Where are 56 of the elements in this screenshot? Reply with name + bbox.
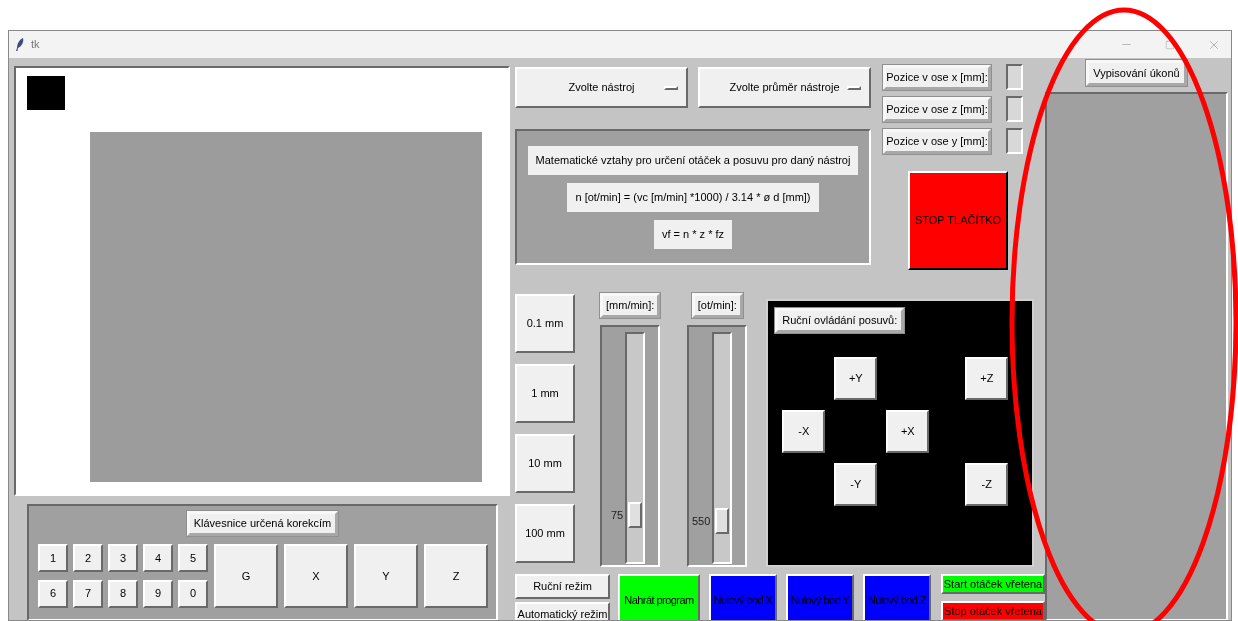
position-label: Pozice v ose z [mm]:: [883, 96, 991, 122]
stop-button[interactable]: STOP TLAČÍTKO: [908, 171, 1008, 270]
keypad-title: Klávesnice určená korekcím: [186, 511, 339, 537]
slider-value: 75: [610, 507, 624, 523]
step-button[interactable]: 100 mm: [515, 504, 575, 563]
jog-button[interactable]: +X: [886, 410, 930, 453]
digit-key[interactable]: 3: [108, 544, 138, 573]
digit-key[interactable]: 5: [178, 544, 208, 573]
digit-key[interactable]: 7: [73, 579, 103, 608]
digit-key[interactable]: 1: [38, 544, 68, 573]
tool-dropdown[interactable]: Zvolte průměr nástroje: [698, 67, 871, 108]
jog-button[interactable]: +Y: [834, 357, 878, 400]
marker-square: [27, 76, 65, 110]
digit-key[interactable]: 6: [38, 579, 68, 608]
window-title: tk: [31, 37, 40, 53]
formula-text: n [ot/min] = (vc [m/min] *1000) / 3.14 * ø d [mm]): [567, 182, 819, 212]
unit-label: [mm/min]:: [600, 293, 661, 318]
step-button[interactable]: 1 mm: [515, 364, 575, 423]
position-label: Pozice v ose y [mm]:: [883, 128, 991, 154]
axis-key[interactable]: Y: [354, 544, 418, 609]
dropdown-indicator-icon: [847, 86, 861, 90]
tool-dropdown[interactable]: Zvolte nástroj: [515, 67, 688, 108]
slider-thumb[interactable]: [628, 501, 643, 528]
formula-text: Matematické vztahy pro určení otáček a posuvu pro daný nástroj: [527, 145, 859, 175]
digit-key[interactable]: 4: [143, 544, 173, 573]
digit-key[interactable]: 9: [143, 579, 173, 608]
jog-button[interactable]: -Y: [834, 463, 878, 506]
slider-value: 550: [691, 513, 711, 529]
mode-button[interactable]: Ruční režim: [515, 574, 610, 599]
mode-button[interactable]: Automatický režim: [515, 602, 610, 620]
position-field[interactable]: [1006, 96, 1023, 122]
step-button[interactable]: 0.1 mm: [515, 294, 575, 353]
axis-key[interactable]: G: [214, 544, 278, 609]
slider-thumb[interactable]: [715, 507, 730, 534]
position-label: Pozice v ose x [mm]:: [883, 64, 991, 90]
jog-button[interactable]: -Z: [965, 463, 1009, 506]
digit-key[interactable]: 8: [108, 579, 138, 608]
action-button[interactable]: Nahrát program: [618, 574, 700, 620]
maximize-icon[interactable]: [1165, 39, 1175, 50]
position-field[interactable]: [1006, 128, 1023, 154]
jog-button[interactable]: +Z: [965, 357, 1009, 400]
axis-key[interactable]: Z: [424, 544, 488, 609]
spindle-button[interactable]: Stop otáček vřetena: [941, 601, 1045, 620]
jog-button[interactable]: -X: [782, 410, 826, 453]
position-field[interactable]: [1006, 64, 1023, 90]
digit-key[interactable]: 0: [178, 579, 208, 608]
feather-icon: [15, 37, 25, 52]
axis-key[interactable]: X: [284, 544, 348, 609]
step-button[interactable]: 10 mm: [515, 434, 575, 493]
formula-text: vf = n * z * fz: [653, 219, 733, 249]
spindle-button[interactable]: Start otáček vřetena: [941, 574, 1045, 594]
log-title: Vypisování úkonů: [1086, 60, 1187, 86]
unit-label: [ot/min]:: [691, 293, 743, 318]
jog-title: Ruční ovládání posuvů:: [775, 308, 905, 333]
dropdown-indicator-icon: [664, 86, 678, 90]
digit-key[interactable]: 2: [73, 544, 103, 573]
